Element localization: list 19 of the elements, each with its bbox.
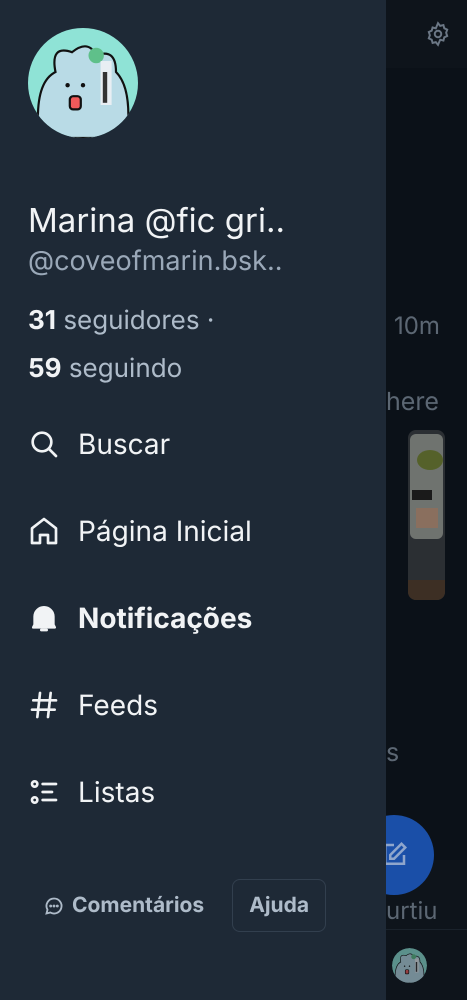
nav-item[interactable]: Listas [28,772,370,812]
nav-item[interactable]: Buscar [28,424,370,464]
nav-item[interactable]: Feeds [28,685,370,725]
home-icon [28,515,60,547]
post-text: here [386,386,440,419]
post-text: urtiu [386,895,438,927]
help-button[interactable]: Ajuda [232,879,326,932]
settings-icon[interactable] [425,21,451,47]
hash-icon [28,689,60,721]
post-text: s [386,736,400,770]
feedback-link[interactable]: Comentários [44,890,204,922]
chat-bubble-icon [44,896,64,916]
user-handle: @coveofmarin.bsk.. [28,244,284,278]
nav-item[interactable]: Página Inicial [28,511,370,551]
followers-count[interactable]: 31 seguidores · [28,304,214,338]
following-count[interactable]: 59 seguindo [28,352,182,386]
post-time: 10m [393,310,441,342]
nav-item[interactable]: Notificações [28,598,370,638]
display-name: Marina @fic gri.. [28,200,286,240]
